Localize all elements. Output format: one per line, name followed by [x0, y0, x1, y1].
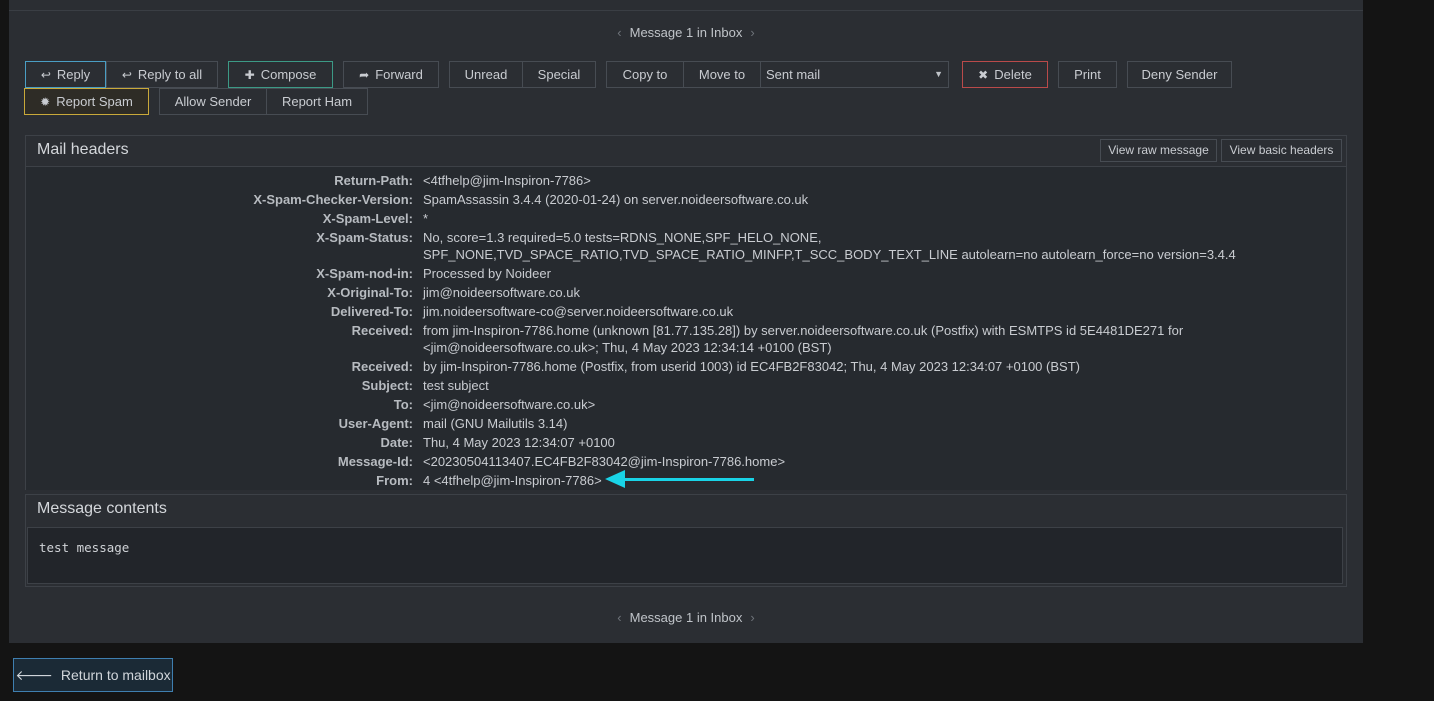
reply-button[interactable]: ↩ Reply [25, 61, 106, 88]
view-basic-headers-button[interactable]: View basic headers [1221, 139, 1342, 162]
message-pager-top: ‹ Message 1 in Inbox › [9, 25, 1363, 41]
pager-label: Message 1 in Inbox [629, 610, 743, 625]
header-list: Return-Path: <4tfhelp@jim-Inspiron-7786> … [26, 166, 1346, 490]
forward-icon: ➦ [359, 68, 370, 82]
compose-button[interactable]: ✚ Compose [228, 61, 333, 88]
message-contents-title: Message contents [37, 500, 167, 517]
chevron-down-icon: ▼ [934, 69, 943, 79]
message-body: test message [27, 527, 1343, 584]
forward-button[interactable]: ➦ Forward [343, 61, 439, 88]
report-spam-button[interactable]: ✹ Report Spam [24, 88, 149, 115]
annotation-arrow-line [622, 478, 754, 481]
mail-headers-title: Mail headers [37, 141, 129, 158]
next-message-icon[interactable]: › [750, 610, 754, 625]
annotation-arrow-icon [605, 470, 625, 488]
message-pager-bottom: ‹ Message 1 in Inbox › [9, 610, 1363, 626]
deny-sender-button[interactable]: Deny Sender [1127, 61, 1232, 88]
move-to-button[interactable]: Move to [683, 61, 761, 88]
reply-all-icon: ↩ [121, 68, 132, 82]
return-to-mailbox-button[interactable]: 🡐 Return to mailbox [13, 658, 173, 692]
bug-icon: ✹ [40, 95, 51, 109]
arrow-left-icon: 🡐 [15, 667, 53, 683]
prev-message-icon[interactable]: ‹ [617, 610, 621, 625]
unread-button[interactable]: Unread [449, 61, 523, 88]
plus-icon: ✚ [244, 68, 255, 82]
message-contents-box: Message contents test message [25, 494, 1347, 587]
message-body-text: test message [39, 540, 130, 555]
reply-icon: ↩ [40, 68, 51, 82]
copy-to-button[interactable]: Copy to [606, 61, 684, 88]
top-divider [9, 10, 1363, 11]
view-raw-message-button[interactable]: View raw message [1100, 139, 1217, 162]
mail-headers-box: Mail headers View raw message View basic… [25, 135, 1347, 490]
pager-label: Message 1 in Inbox [629, 25, 743, 40]
reply-all-button[interactable]: ↩ Reply to all [106, 61, 218, 88]
special-button[interactable]: Special [522, 61, 596, 88]
folder-select[interactable]: Sent mail ▼ [760, 61, 949, 88]
allow-sender-button[interactable]: Allow Sender [159, 88, 267, 115]
print-button[interactable]: Print [1058, 61, 1117, 88]
report-ham-button[interactable]: Report Ham [266, 88, 368, 115]
delete-button[interactable]: ✖ Delete [962, 61, 1048, 88]
next-message-icon[interactable]: › [750, 25, 754, 40]
prev-message-icon[interactable]: ‹ [617, 25, 621, 40]
message-view-panel: ‹ Message 1 in Inbox › ↩ Reply ↩ Reply to al… [9, 0, 1363, 643]
close-circle-icon: ✖ [978, 68, 989, 82]
